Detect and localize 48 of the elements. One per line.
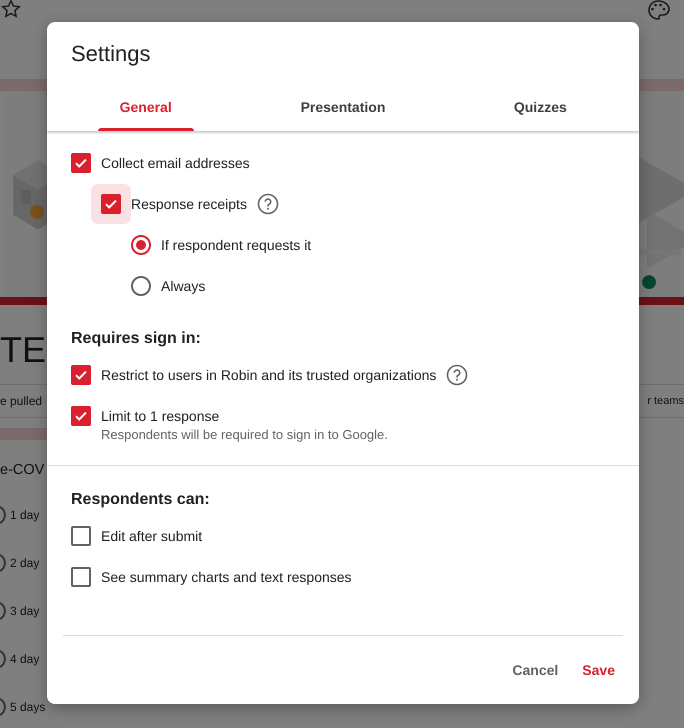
help-icon[interactable] bbox=[256, 193, 279, 215]
section-heading: Respondents can: bbox=[71, 491, 211, 509]
check-icon bbox=[74, 368, 88, 382]
section-heading: Requires sign in: bbox=[71, 330, 202, 348]
form-description: r teams bbox=[647, 394, 684, 409]
option-label: Collect email addresses bbox=[101, 154, 250, 173]
option-label: 2 day bbox=[10, 556, 40, 570]
radio-button[interactable] bbox=[131, 235, 151, 255]
palette-icon[interactable] bbox=[646, 0, 670, 20]
radio-button[interactable] bbox=[0, 505, 6, 525]
check-icon bbox=[74, 409, 88, 423]
checkbox[interactable] bbox=[71, 153, 91, 173]
question-title: e-COV bbox=[0, 462, 46, 480]
radio-button[interactable] bbox=[131, 276, 151, 296]
radio-button[interactable] bbox=[0, 697, 6, 717]
section-band bbox=[0, 428, 47, 440]
checkbox[interactable] bbox=[71, 406, 91, 426]
option-label: Edit after submit bbox=[101, 527, 202, 546]
checkbox[interactable] bbox=[71, 526, 91, 546]
tab[interactable]: Quizzes bbox=[442, 86, 639, 131]
tab[interactable]: General bbox=[47, 86, 244, 131]
option-label: Limit to 1 response bbox=[101, 407, 220, 426]
save-button[interactable]: Save bbox=[574, 654, 623, 686]
option-note: Respondents will be required to sign in to Google. bbox=[101, 426, 388, 444]
option-label: 5 days bbox=[10, 700, 46, 714]
radio-button[interactable] bbox=[0, 601, 6, 621]
form-title: TE bbox=[0, 330, 47, 370]
check-icon bbox=[74, 156, 88, 170]
option-label: If respondent requests it bbox=[161, 236, 312, 255]
option-label: Restrict to users in Robin and its trusted organizations bbox=[101, 366, 436, 385]
option-label: 4 day bbox=[10, 652, 40, 666]
radio-button[interactable] bbox=[0, 553, 6, 573]
cancel-button[interactable]: Cancel bbox=[504, 654, 566, 686]
option-label: See summary charts and text responses bbox=[101, 568, 352, 587]
checkbox[interactable] bbox=[71, 567, 91, 587]
option-label: 3 day bbox=[10, 604, 40, 618]
help-icon[interactable] bbox=[446, 364, 468, 386]
option-label: Always bbox=[161, 277, 206, 296]
option-label: 1 day bbox=[10, 508, 40, 522]
form-description: e pulled bbox=[0, 393, 42, 410]
checkbox[interactable] bbox=[101, 194, 121, 214]
checkbox[interactable] bbox=[71, 365, 91, 385]
tab[interactable]: Presentation bbox=[244, 86, 442, 131]
check-icon bbox=[104, 197, 118, 211]
option-label: Response receipts bbox=[131, 195, 247, 214]
star-icon[interactable] bbox=[0, 0, 22, 20]
radio-button[interactable] bbox=[0, 649, 6, 669]
dialog-title: Settings bbox=[70, 40, 152, 68]
